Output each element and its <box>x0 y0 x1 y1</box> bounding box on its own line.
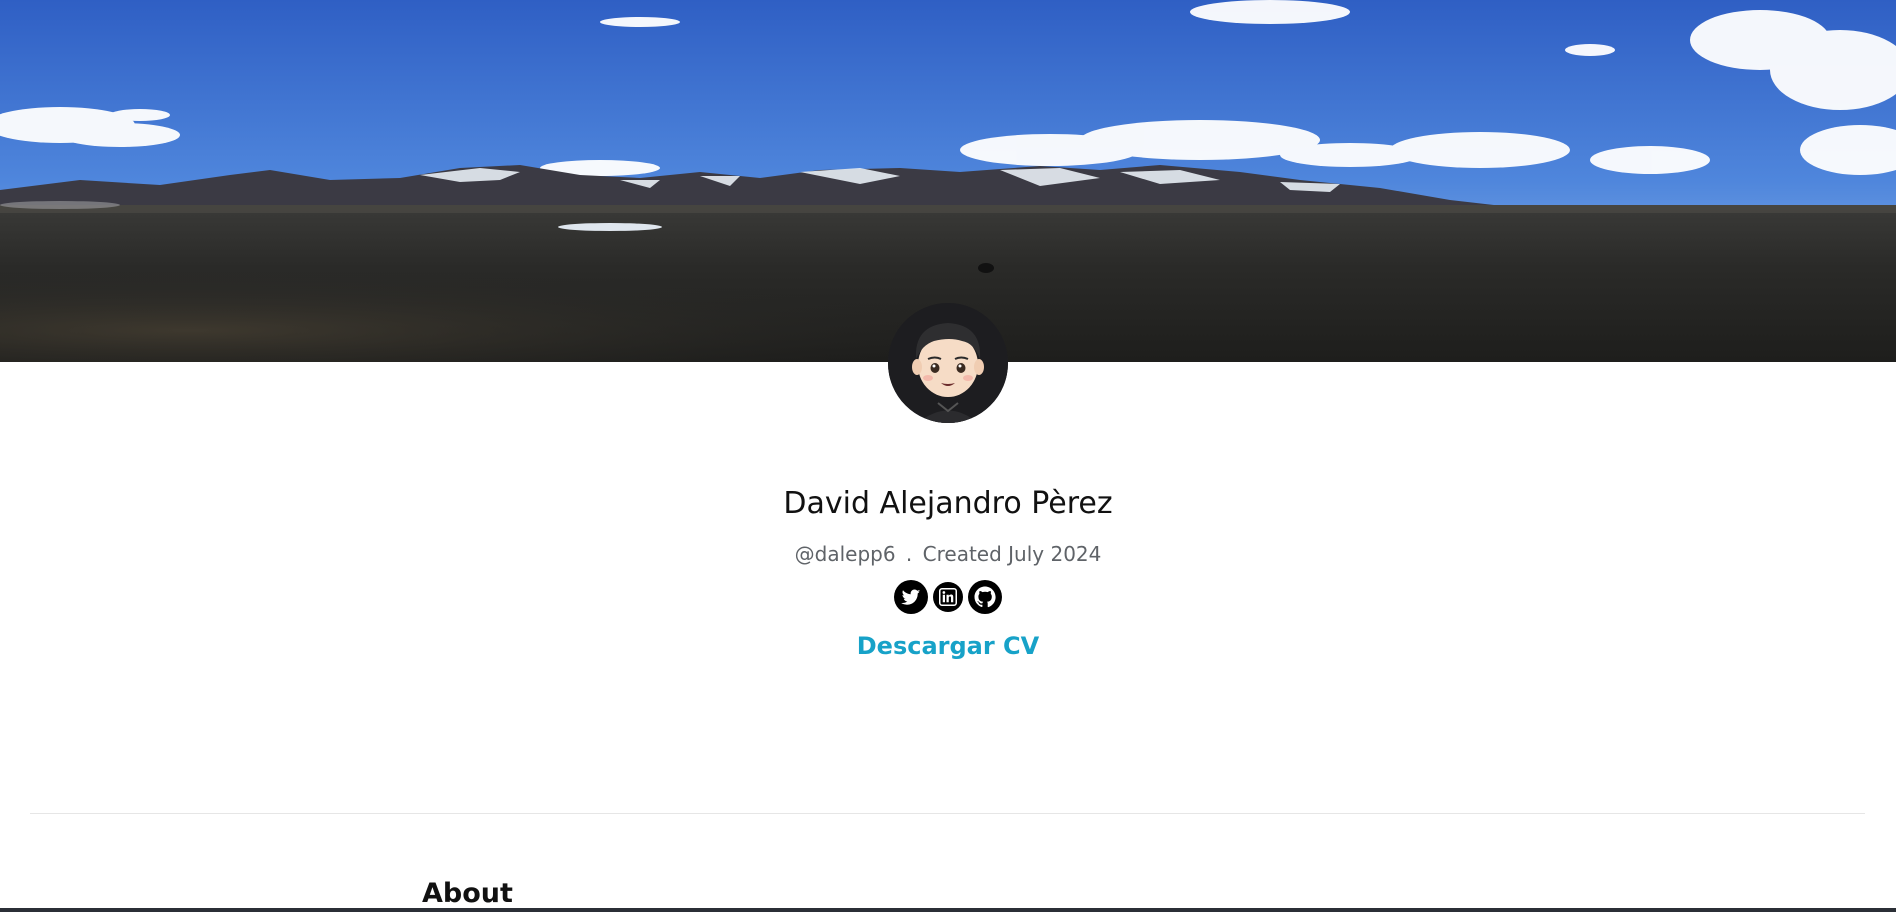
profile-created-date: Created July 2024 <box>922 542 1102 566</box>
bottom-edge <box>0 908 1896 912</box>
meta-separator: . <box>905 542 913 566</box>
cv-link-container: Descargar CV <box>0 632 1896 660</box>
profile-page: David Alejandro Pèrez @dalepp6 . Created… <box>0 0 1896 912</box>
download-cv-link[interactable]: Descargar CV <box>857 632 1040 660</box>
profile-name: David Alejandro Pèrez <box>783 486 1113 521</box>
section-divider <box>30 813 1865 814</box>
twitter-icon[interactable] <box>894 580 928 614</box>
profile-avatar <box>888 303 1008 423</box>
profile-meta: @dalepp6 . Created July 2024 <box>0 542 1896 566</box>
github-icon[interactable] <box>968 580 1002 614</box>
linkedin-icon[interactable] <box>933 582 963 612</box>
about-heading: About <box>422 878 513 909</box>
social-links <box>0 580 1896 614</box>
profile-handle: @dalepp6 <box>794 542 896 566</box>
